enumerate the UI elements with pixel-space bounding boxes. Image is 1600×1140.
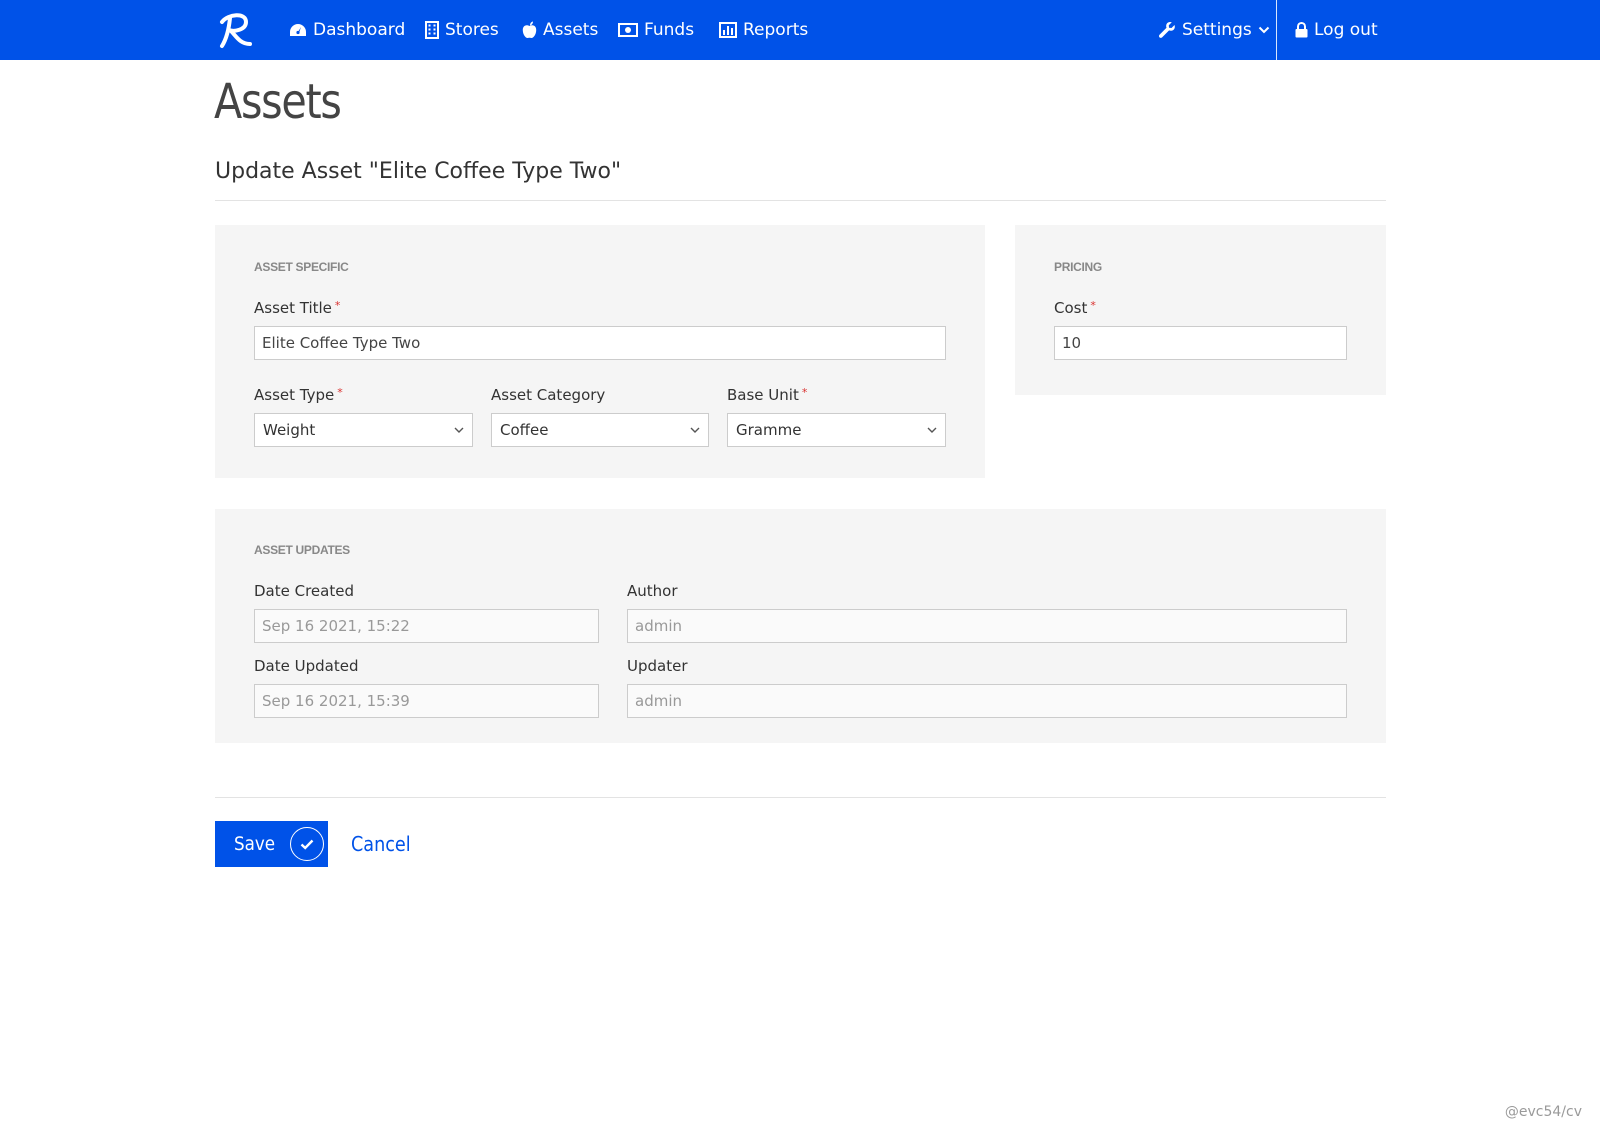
author-field: admin bbox=[627, 609, 1347, 643]
cost-label-text: Cost bbox=[1054, 299, 1088, 317]
base-unit-label: Base Unit * bbox=[727, 386, 807, 404]
base-unit-value: Gramme bbox=[736, 421, 802, 439]
cost-input[interactable]: 10 bbox=[1054, 326, 1347, 360]
building-icon bbox=[425, 21, 439, 39]
top-navbar: Dashboard Stores Assets Funds Reports Se… bbox=[0, 0, 1600, 60]
author-label: Author bbox=[627, 582, 678, 600]
date-updated-label: Date Updated bbox=[254, 657, 359, 675]
pricing-panel: Pricing Cost * 10 bbox=[1015, 225, 1386, 395]
cost-label: Cost * bbox=[1054, 299, 1096, 317]
asset-title-label: Asset Title * bbox=[254, 299, 340, 317]
asset-specific-panel: Asset Specific Asset Title * Elite Coffee… bbox=[215, 225, 985, 478]
author-value: admin bbox=[635, 617, 682, 635]
chevron-down-icon bbox=[927, 427, 937, 433]
date-updated-value: Sep 16 2021, 15:39 bbox=[262, 692, 410, 710]
nav-funds[interactable]: Funds bbox=[618, 0, 694, 60]
asset-type-select[interactable]: Weight bbox=[254, 413, 473, 447]
nav-funds-label: Funds bbox=[644, 20, 695, 40]
asset-type-label: Asset Type * bbox=[254, 386, 343, 404]
divider bbox=[215, 797, 1386, 798]
required-mark: * bbox=[1090, 299, 1096, 312]
nav-settings-label: Settings bbox=[1182, 20, 1252, 40]
asset-specific-heading: Asset Specific bbox=[254, 260, 349, 274]
nav-dashboard-label: Dashboard bbox=[313, 20, 406, 40]
chevron-down-icon bbox=[1258, 26, 1269, 34]
brand-logo[interactable] bbox=[216, 8, 256, 52]
date-created-field: Sep 16 2021, 15:22 bbox=[254, 609, 599, 643]
cancel-link[interactable]: Cancel bbox=[351, 832, 411, 856]
nav-settings[interactable]: Settings bbox=[1158, 0, 1270, 60]
updater-label: Updater bbox=[627, 657, 688, 675]
asset-type-label-text: Asset Type bbox=[254, 386, 335, 404]
updater-value: admin bbox=[635, 692, 682, 710]
asset-category-select[interactable]: Coffee bbox=[491, 413, 709, 447]
dashboard-icon bbox=[290, 24, 306, 36]
asset-updates-heading: Asset Updates bbox=[254, 543, 350, 557]
pricing-heading: Pricing bbox=[1054, 260, 1102, 274]
apple-icon bbox=[522, 21, 537, 39]
asset-title-input[interactable]: Elite Coffee Type Two bbox=[254, 326, 946, 360]
nav-reports[interactable]: Reports bbox=[719, 0, 808, 60]
check-icon bbox=[290, 827, 324, 861]
asset-category-value: Coffee bbox=[500, 421, 549, 439]
nav-logout[interactable]: Log out bbox=[1295, 0, 1378, 60]
date-created-value: Sep 16 2021, 15:22 bbox=[262, 617, 410, 635]
nav-divider bbox=[1276, 0, 1277, 60]
asset-type-value: Weight bbox=[263, 421, 316, 439]
nav-assets-label: Assets bbox=[543, 20, 599, 40]
date-updated-field: Sep 16 2021, 15:39 bbox=[254, 684, 599, 718]
updater-field: admin bbox=[627, 684, 1347, 718]
lock-icon bbox=[1295, 22, 1308, 38]
base-unit-label-text: Base Unit bbox=[727, 386, 799, 404]
nav-assets[interactable]: Assets bbox=[522, 0, 598, 60]
bar-chart-icon bbox=[719, 22, 737, 38]
asset-category-label: Asset Category bbox=[491, 386, 606, 404]
page-subtitle: Update Asset "Elite Coffee Type Two" bbox=[215, 159, 622, 184]
base-unit-select[interactable]: Gramme bbox=[727, 413, 946, 447]
divider bbox=[215, 200, 1386, 201]
nav-logout-label: Log out bbox=[1314, 20, 1378, 40]
page-title: Assets bbox=[214, 74, 342, 130]
asset-title-label-text: Asset Title bbox=[254, 299, 332, 317]
nav-stores-label: Stores bbox=[445, 20, 499, 40]
required-mark: * bbox=[337, 386, 343, 399]
nav-dashboard[interactable]: Dashboard bbox=[289, 0, 405, 60]
chevron-down-icon bbox=[690, 427, 700, 433]
asset-title-value: Elite Coffee Type Two bbox=[262, 334, 421, 352]
watermark: @evc54/cv bbox=[1504, 1104, 1582, 1120]
asset-updates-panel: Asset Updates Date Created Sep 16 2021, … bbox=[215, 509, 1386, 743]
nav-stores[interactable]: Stores bbox=[425, 0, 499, 60]
chevron-down-icon bbox=[454, 427, 464, 433]
nav-reports-label: Reports bbox=[743, 20, 809, 40]
save-button[interactable]: Save bbox=[215, 821, 328, 867]
required-mark: * bbox=[334, 299, 341, 312]
save-button-label: Save bbox=[234, 833, 276, 855]
required-mark: * bbox=[801, 386, 808, 399]
wrench-icon bbox=[1158, 22, 1175, 38]
money-icon bbox=[618, 23, 638, 37]
cost-value: 10 bbox=[1062, 334, 1082, 352]
date-created-label: Date Created bbox=[254, 582, 354, 600]
